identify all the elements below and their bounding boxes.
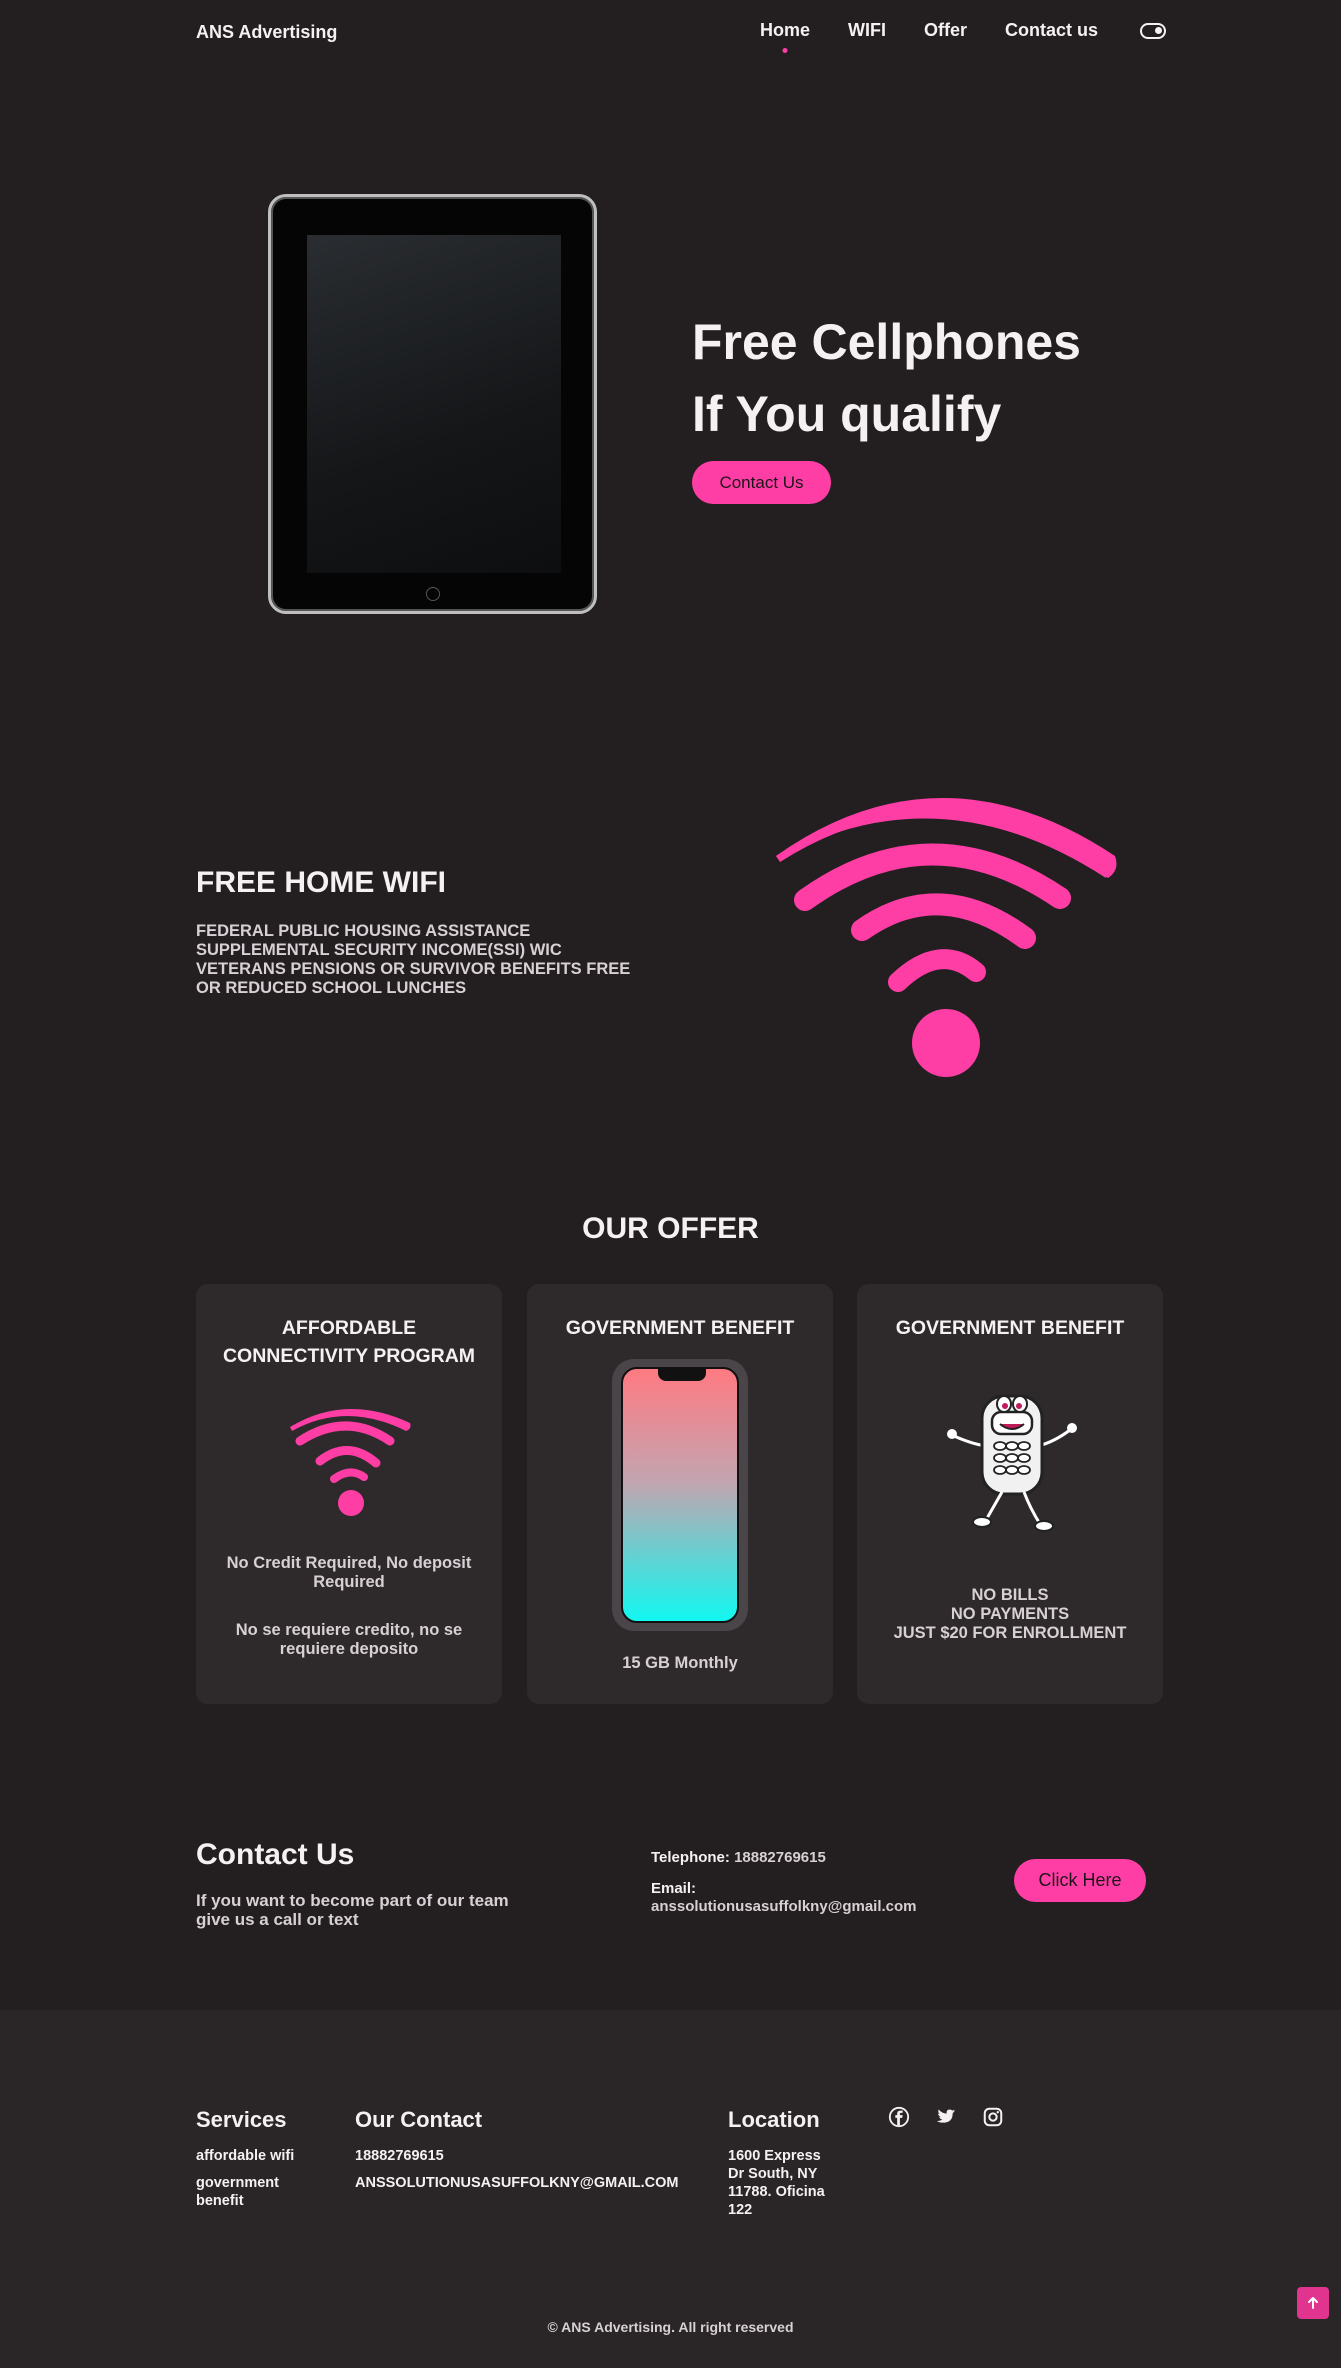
contact-subtitle: If you want to become part of our team g…	[196, 1891, 509, 1929]
hero-title-line2: If You qualify	[692, 386, 1002, 442]
footer-contact-title: Our Contact	[355, 2107, 483, 2132]
nav-item-offer[interactable]: Offer	[924, 20, 967, 41]
phone-screen	[621, 1367, 739, 1623]
contact-telephone: Telephone: 18882769615	[651, 1849, 826, 1866]
brand-logo[interactable]: ANS Advertising	[196, 22, 337, 43]
card-text-spanish: No se requiere credito, no se requiere d…	[235, 1621, 463, 1658]
offer-card-data: GOVERNMENT BENEFIT 15 GB Monthly	[527, 1284, 833, 1704]
offer-heading: OUR OFFER	[582, 1212, 759, 1245]
hero-title-line1: Free Cellphones	[692, 314, 1081, 370]
contact-title: Contact Us	[196, 1838, 355, 1871]
card-text-english: No Credit Required, No deposit Required	[226, 1554, 472, 1591]
telephone-label: Telephone:	[651, 1849, 730, 1866]
email-label: Email:	[651, 1880, 697, 1897]
nav-item-home[interactable]: Home	[760, 20, 810, 41]
email-value[interactable]: anssolutionusasuffolkny@gmail.com	[651, 1898, 917, 1916]
wifi-title: FREE HOME WIFI	[196, 866, 446, 899]
tablet-image	[268, 194, 597, 614]
card-title: GOVERNMENT BENEFIT	[565, 1317, 795, 1339]
footer-location-title: Location	[728, 2107, 820, 2132]
wifi-icon	[776, 798, 1117, 1077]
phone-image	[612, 1359, 748, 1631]
nav-item-contact[interactable]: Contact us	[1005, 20, 1098, 41]
footer-service-link[interactable]: government benefit	[196, 2174, 316, 2210]
wifi-icon	[290, 1408, 411, 1516]
back-to-top-button[interactable]	[1297, 2287, 1329, 2319]
card-text-benefits: NO BILLS NO PAYMENTS JUST $20 FOR ENROLL…	[877, 1586, 1143, 1643]
benefit-line-enrollment: JUST $20 FOR ENROLLMENT	[893, 1624, 1127, 1642]
tablet-home-button	[425, 587, 440, 601]
footer-service-link[interactable]: affordable wifi	[196, 2147, 294, 2165]
contact-email: Email: anssolutionusasuffolkny@gmail.com	[651, 1880, 917, 1916]
footer-location-address: 1600 Express Dr South, NY 11788. Oficina…	[728, 2148, 825, 2218]
hero-contact-button[interactable]: Contact Us	[692, 461, 831, 504]
arrow-up-icon	[1308, 2297, 1318, 2309]
tablet-screen	[307, 235, 561, 573]
footer-services-title: Services	[196, 2107, 287, 2132]
top-navbar: ANS Advertising Home WIFI Offer Contact …	[0, 0, 1341, 66]
nav-menu: Home WIFI Offer Contact us	[722, 20, 1166, 41]
nav-item-wifi[interactable]: WIFI	[848, 20, 886, 41]
card-title: AFFORDABLE CONNECTIVITY PROGRAM	[222, 1317, 476, 1367]
benefit-line-no-bills: NO BILLS	[971, 1586, 1049, 1604]
wifi-description: FEDERAL PUBLIC HOUSING ASSISTANCE SUPPLE…	[196, 922, 631, 997]
offer-card-acp: AFFORDABLE CONNECTIVITY PROGRAM No Credi…	[196, 1284, 502, 1704]
telephone-value[interactable]: 18882769615	[734, 1849, 826, 1866]
hero-title: Free Cellphones If You qualify	[692, 306, 1081, 450]
card-title: GOVERNMENT BENEFIT	[895, 1317, 1125, 1339]
card-text-data: 15 GB Monthly	[622, 1654, 738, 1672]
facebook-icon[interactable]	[888, 2106, 910, 2128]
phone-notch	[658, 1369, 706, 1381]
theme-toggle[interactable]	[1140, 22, 1166, 39]
twitter-icon[interactable]	[935, 2106, 957, 2128]
footer-contact-email[interactable]: ANSSOLUTIONUSASUFFOLKNY@GMAIL.COM	[355, 2174, 678, 2192]
offer-card-benefit: GOVERNMENT BENEFIT NO BILLS NO PAYMENTS …	[857, 1284, 1163, 1704]
phone-mascot-illustration	[947, 1394, 1077, 1532]
contact-click-here-button[interactable]: Click Here	[1014, 1859, 1146, 1902]
footer-copyright: © ANS Advertising. All right reserved	[547, 2319, 794, 2335]
footer-contact-phone[interactable]: 18882769615	[355, 2147, 444, 2165]
instagram-icon[interactable]	[982, 2106, 1004, 2128]
benefit-line-no-payments: NO PAYMENTS	[950, 1605, 1070, 1623]
